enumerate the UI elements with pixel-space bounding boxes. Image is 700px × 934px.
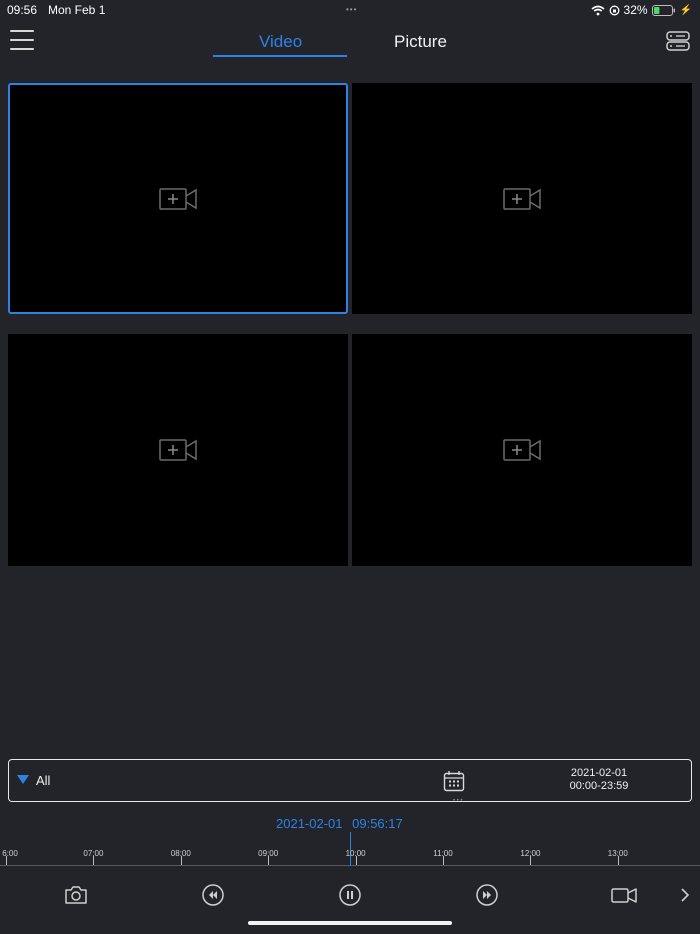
- server-list-icon[interactable]: [666, 31, 690, 51]
- record-type-select[interactable]: All: [36, 773, 50, 788]
- video-cell-4[interactable]: [352, 334, 692, 566]
- playback-date: 2021-02-01: [276, 816, 343, 831]
- timeline-hour-label: 10:00: [345, 849, 366, 858]
- record-video-icon[interactable]: [610, 882, 638, 908]
- add-camera-icon[interactable]: [503, 438, 541, 462]
- date-range-select[interactable]: 2021-02-01 00:00-23:59: [529, 767, 669, 793]
- timeline-hour-label: 07:00: [83, 849, 104, 858]
- pause-icon[interactable]: [337, 882, 363, 908]
- add-camera-icon[interactable]: [159, 438, 197, 462]
- record-filter-bar: All 2021-02-01 00:00-23:59 • • •: [8, 759, 692, 804]
- filter-divider-dots: • • •: [453, 798, 463, 804]
- chevron-right-icon[interactable]: [678, 882, 692, 908]
- wifi-icon: [591, 5, 605, 15]
- status-date: Mon Feb 1: [48, 3, 106, 17]
- playback-controls: [0, 866, 700, 922]
- video-cell-2[interactable]: [352, 83, 692, 314]
- playback-timeline[interactable]: 6:00 07:00 08:00 09:00 10:00 11:00 12:00 13:00: [0, 832, 700, 866]
- rewind-icon[interactable]: [200, 882, 226, 908]
- active-tab-indicator: [213, 55, 347, 57]
- status-indicators: 32% ⚡: [591, 3, 692, 17]
- timeline-hour-label: 12:00: [520, 849, 541, 858]
- timeline-hour-label: 11:00: [433, 849, 453, 858]
- timeline-hour-label: 13:00: [607, 849, 628, 858]
- status-time: 09:56: [7, 3, 38, 17]
- filter-time-range: 00:00-23:59: [569, 780, 629, 792]
- top-nav-bar: Video Picture: [0, 20, 700, 64]
- video-cell-1[interactable]: [8, 83, 348, 314]
- dropdown-triangle-icon[interactable]: [17, 775, 29, 784]
- fast-forward-icon[interactable]: [474, 882, 500, 908]
- filter-date: 2021-02-01: [570, 767, 628, 779]
- tab-video[interactable]: Video: [259, 32, 302, 52]
- timeline-hour-label: 09:00: [258, 849, 279, 858]
- timeline-hour-label: 6:00: [2, 849, 18, 858]
- playback-time: 09:56:17: [352, 816, 403, 831]
- add-camera-icon[interactable]: [503, 187, 541, 211]
- snapshot-camera-icon[interactable]: [63, 882, 89, 908]
- orientation-lock-icon: [609, 5, 619, 15]
- battery-percent: 32%: [623, 3, 648, 17]
- multitasking-dots-icon[interactable]: •••: [346, 5, 357, 14]
- playback-timestamp: 2021-02-01 09:56:17: [276, 816, 403, 831]
- timeline-hour-label: 08:00: [170, 849, 191, 858]
- home-indicator[interactable]: [248, 921, 452, 925]
- add-camera-icon[interactable]: [159, 187, 197, 211]
- video-cell-3[interactable]: [8, 334, 348, 566]
- battery-icon: [651, 4, 675, 16]
- hamburger-menu-icon[interactable]: [10, 30, 34, 52]
- charging-bolt-icon: ⚡: [679, 4, 692, 16]
- calendar-icon[interactable]: [443, 770, 465, 792]
- status-bar: 09:56 Mon Feb 1 ••• 32% ⚡: [0, 0, 700, 20]
- tab-picture[interactable]: Picture: [394, 32, 447, 52]
